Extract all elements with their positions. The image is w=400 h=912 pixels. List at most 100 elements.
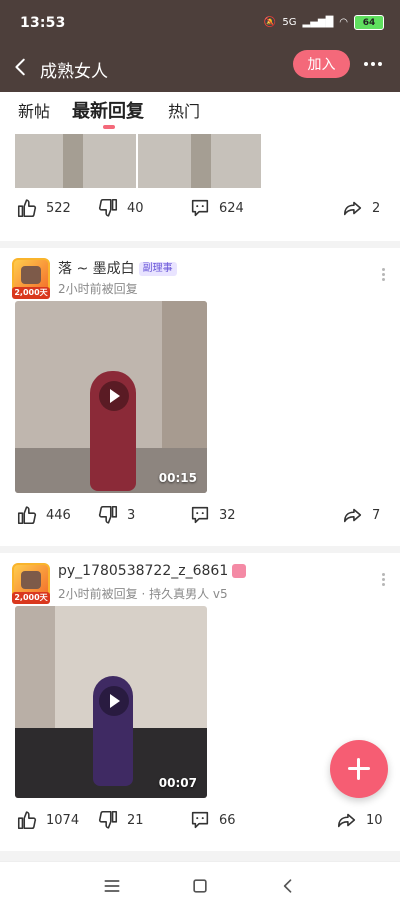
signal-icon: ▂▄▆█ xyxy=(302,17,334,28)
share-arrow-icon xyxy=(343,201,362,216)
status-bar: 13:53 🔕 5G ▂▄▆█ ◠ 64 xyxy=(0,0,400,44)
comment-button[interactable]: 32 xyxy=(189,504,236,526)
thumbs-down-icon xyxy=(98,505,118,524)
video-duration: 00:15 xyxy=(158,471,197,485)
comment-button[interactable]: 624 xyxy=(189,197,244,219)
dislike-button[interactable]: 3 xyxy=(97,504,135,526)
play-icon[interactable] xyxy=(99,686,129,716)
avatar-image xyxy=(21,266,41,284)
more-menu-button[interactable] xyxy=(360,50,386,78)
status-icons: 🔕 5G ▂▄▆█ ◠ 64 xyxy=(264,15,384,30)
share-count: 7 xyxy=(372,507,381,523)
like-count: 522 xyxy=(46,200,71,216)
group-header: 成熟女人 加入 xyxy=(0,44,400,92)
like-count: 1074 xyxy=(46,812,80,828)
image-divider xyxy=(136,134,138,188)
wifi-icon: ◠ xyxy=(339,17,348,28)
post-meta: 2小时前被回复 · 持久真男人 v5 xyxy=(58,585,228,602)
post-actions: 446 3 32 7 xyxy=(0,504,400,534)
share-button[interactable]: 2 xyxy=(342,197,380,219)
home-square-icon xyxy=(193,879,207,893)
play-icon[interactable] xyxy=(99,381,129,411)
author-name-text: py_1780538722_z_6861 xyxy=(58,563,229,579)
comment-count: 66 xyxy=(219,812,236,828)
video-thumbnail[interactable]: 00:07 xyxy=(15,606,207,798)
create-post-button[interactable] xyxy=(330,740,388,798)
comment-button[interactable]: 66 xyxy=(189,809,236,831)
avatar-badge: 2,000天 xyxy=(12,592,50,604)
comment-count: 624 xyxy=(219,200,244,216)
thumbs-down-icon xyxy=(98,198,118,217)
post-card-3[interactable]: 2,000天 py_1780538722_z_6861 2小时前被回复 · 持久… xyxy=(0,553,400,851)
user-title: 持久真男人 v5 xyxy=(149,587,228,601)
group-title: 成熟女人 xyxy=(40,62,108,82)
post-card-1[interactable]: 522 40 624 2 xyxy=(0,134,400,241)
tab-latest-replies[interactable]: 最新回复 xyxy=(72,97,144,123)
video-thumbnail[interactable]: 00:15 xyxy=(15,301,207,493)
more-dot-icon xyxy=(382,268,385,271)
thumbs-up-icon xyxy=(17,199,37,218)
share-button[interactable]: 7 xyxy=(342,504,380,526)
like-count: 446 xyxy=(46,507,71,523)
post-image-strip[interactable] xyxy=(15,134,261,188)
share-count: 10 xyxy=(366,812,383,828)
share-button[interactable]: 10 xyxy=(336,809,383,831)
author-name[interactable]: 落 ~ 墨成白 副理事 xyxy=(58,258,177,278)
avatar[interactable]: 2,000天 xyxy=(12,258,50,299)
figure-silhouette xyxy=(63,134,83,188)
back-button[interactable] xyxy=(10,56,32,78)
post-card-2[interactable]: 2,000天 落 ~ 墨成白 副理事 2小时前被回复 00:15 446 3 3… xyxy=(0,248,400,546)
role-badge: 副理事 xyxy=(138,262,177,276)
like-button[interactable]: 522 xyxy=(16,197,71,219)
battery-icon: 64 xyxy=(354,15,384,30)
system-navbar xyxy=(0,861,400,912)
more-dot-icon xyxy=(364,62,368,66)
thumbs-up-icon xyxy=(17,506,37,525)
comment-icon xyxy=(191,811,209,829)
avatar-badge: 2,000天 xyxy=(12,287,50,299)
tab-popular[interactable]: 热门 xyxy=(168,98,200,122)
battery-level: 64 xyxy=(362,17,376,28)
post-time: 2小时前被回复 xyxy=(58,282,138,296)
share-arrow-icon xyxy=(337,813,356,828)
chevron-left-icon xyxy=(15,58,25,76)
post-more-button[interactable] xyxy=(382,268,386,282)
dislike-count: 3 xyxy=(127,507,136,523)
post-time: 2小时前被回复 xyxy=(58,587,138,601)
meta-separator: · xyxy=(141,587,150,601)
tab-new-posts[interactable]: 新帖 xyxy=(18,98,50,122)
recent-apps-button[interactable] xyxy=(100,874,124,898)
dislike-button[interactable]: 21 xyxy=(97,809,144,831)
comment-count: 32 xyxy=(219,507,236,523)
comment-icon xyxy=(191,506,209,524)
user-badge-icon xyxy=(232,564,247,578)
post-actions: 1074 21 66 10 xyxy=(0,809,400,839)
more-dot-icon xyxy=(382,278,385,281)
network-label: 5G xyxy=(282,17,297,28)
more-dot-icon xyxy=(382,578,385,581)
more-dot-icon xyxy=(382,573,385,576)
figure-silhouette xyxy=(191,134,211,188)
more-dot-icon xyxy=(378,62,382,66)
avatar[interactable]: 2,000天 xyxy=(12,563,50,604)
home-button[interactable] xyxy=(188,874,212,898)
like-button[interactable]: 446 xyxy=(16,504,71,526)
back-triangle-icon xyxy=(283,879,292,893)
more-dot-icon xyxy=(382,583,385,586)
join-button[interactable]: 加入 xyxy=(293,50,350,78)
share-arrow-icon xyxy=(343,508,362,523)
active-tab-indicator xyxy=(103,125,115,129)
post-more-button[interactable] xyxy=(382,573,386,587)
menu-icon xyxy=(104,880,120,892)
like-button[interactable]: 1074 xyxy=(16,809,79,831)
tab-bar: 新帖 最新回复 热门 xyxy=(0,92,400,134)
system-back-button[interactable] xyxy=(276,874,300,898)
dislike-count: 21 xyxy=(127,812,144,828)
dislike-button[interactable]: 40 xyxy=(97,197,144,219)
author-name[interactable]: py_1780538722_z_6861 xyxy=(58,563,247,579)
thumbs-down-icon xyxy=(98,810,118,829)
thumbs-up-icon xyxy=(17,811,37,830)
bell-muted-icon: 🔕 xyxy=(263,17,277,28)
post-actions: 522 40 624 2 xyxy=(0,197,400,227)
more-dot-icon xyxy=(382,273,385,276)
